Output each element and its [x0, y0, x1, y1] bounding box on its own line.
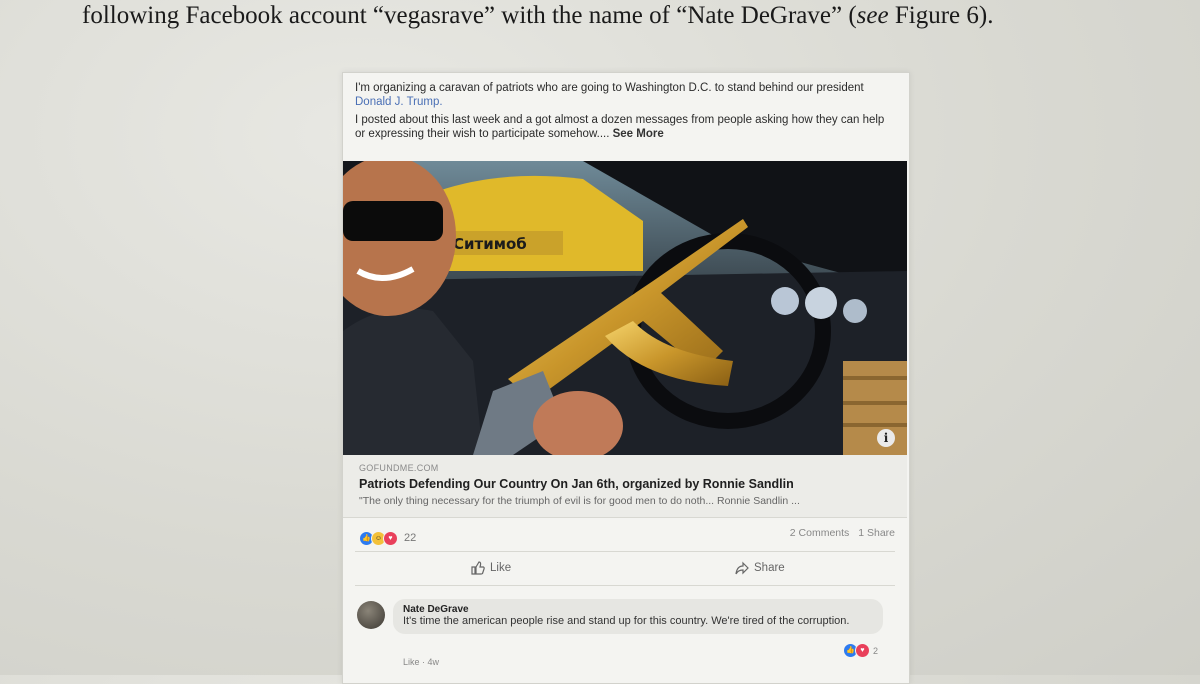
comment-author[interactable]: Nate DeGrave — [403, 604, 873, 615]
link-title[interactable]: Patriots Defending Our Country On Jan 6t… — [359, 477, 794, 491]
post-body: I'm organizing a caravan of patriots who… — [355, 81, 895, 145]
share-arrow-icon — [735, 561, 749, 575]
comment-reactions[interactable]: 👍 ♥ 2 — [843, 643, 878, 658]
post-paragraph-1: I'm organizing a caravan of patriots who… — [355, 81, 895, 109]
love-reaction-icon: ♥ — [383, 530, 398, 546]
like-button[interactable]: Like — [471, 561, 511, 575]
post-stats: 2 Comments 1 Share — [784, 527, 895, 539]
divider — [355, 585, 895, 586]
see-more-link[interactable]: See More — [613, 128, 664, 140]
comments-count-link[interactable]: 2 Comments — [790, 527, 850, 539]
comment-bubble: Nate DeGrave It's time the american peop… — [393, 599, 883, 634]
shares-count-link[interactable]: 1 Share — [858, 527, 895, 539]
doc-text-before: following Facebook account “vegasrave” w… — [82, 2, 857, 29]
reaction-count: 22 — [404, 532, 417, 544]
link-domain: GOFUNDME.COM — [359, 463, 439, 473]
taxi-sign-text: Ситимоб — [453, 235, 527, 253]
mention-link[interactable]: Donald J. Trump. — [355, 96, 443, 108]
divider — [355, 551, 895, 552]
info-icon[interactable]: i — [877, 429, 895, 447]
document-text-line: following Facebook account “vegasrave” w… — [82, 2, 1182, 30]
link-description: "The only thing necessary for the triump… — [359, 495, 800, 507]
facebook-post-screenshot: I'm organizing a caravan of patriots who… — [342, 72, 910, 684]
doc-text-emphasis: see — [856, 2, 889, 29]
comment-actions[interactable]: Like · 4w — [403, 657, 439, 667]
photo-illustration: Ситимоб — [343, 161, 907, 455]
share-button[interactable]: Share — [735, 561, 785, 575]
doc-text-after: Figure 6). — [888, 2, 994, 29]
thumbs-up-icon — [471, 561, 485, 575]
like-label: Like — [490, 562, 512, 574]
post-paragraph-2: I posted about this last week and a got … — [355, 113, 895, 141]
link-preview-card[interactable]: GOFUNDME.COM Patriots Defending Our Coun… — [343, 455, 907, 518]
avatar[interactable] — [357, 601, 385, 629]
post-photo[interactable]: Ситимоб i — [343, 161, 907, 455]
reaction-summary[interactable]: 👍 ☺ ♥ 22 — [359, 529, 416, 547]
post-text-1: I'm organizing a caravan of patriots who… — [355, 82, 864, 94]
love-reaction-icon: ♥ — [855, 643, 870, 658]
comment-reaction-count: 2 — [873, 645, 879, 656]
comment-text: It's time the american people rise and s… — [403, 615, 850, 627]
share-label: Share — [754, 562, 785, 574]
